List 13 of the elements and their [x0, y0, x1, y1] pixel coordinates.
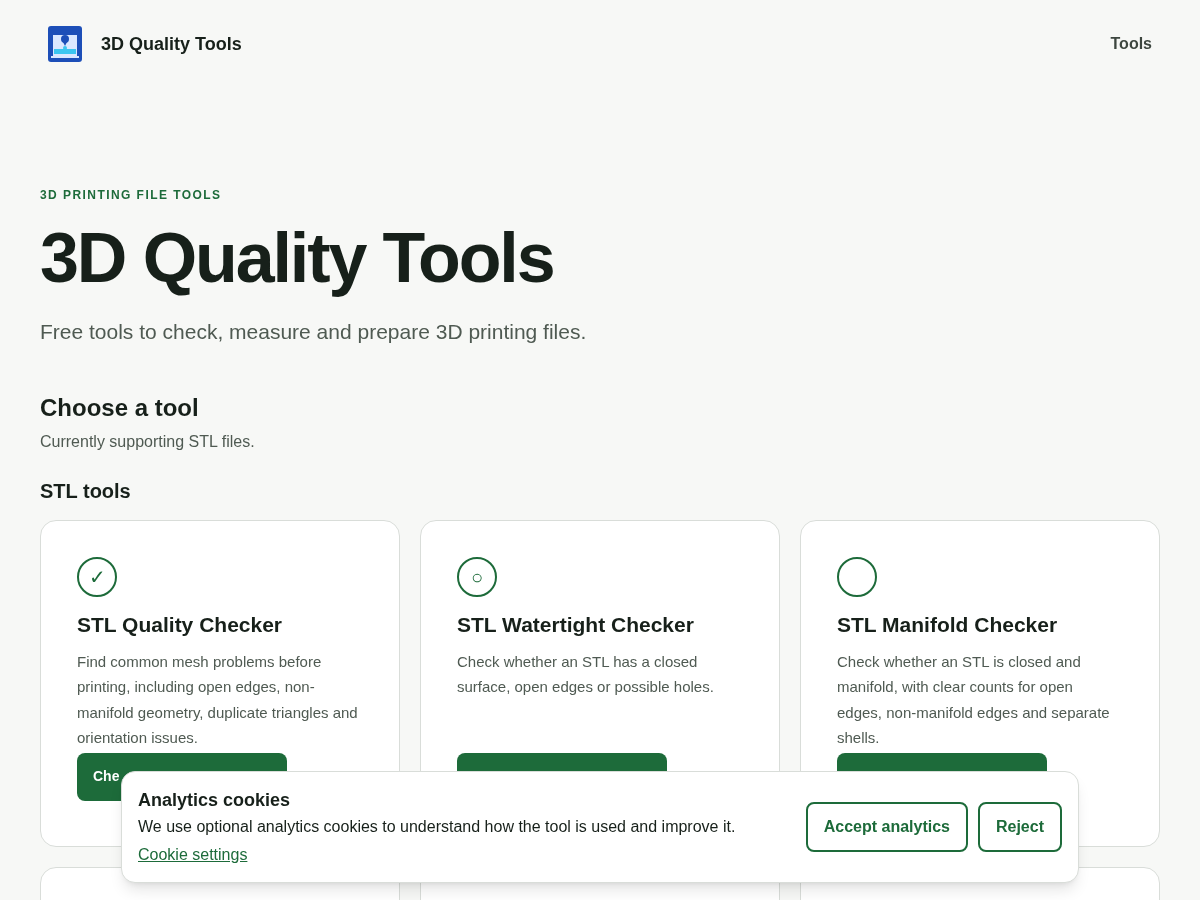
- card-title: STL Manifold Checker: [837, 611, 1059, 638]
- card-description: Check whether an STL has a closed surface, open edges or possible holes.: [457, 651, 715, 697]
- page-title: 3D Quality Tools: [40, 218, 555, 298]
- card-description: Check whether an STL is closed and manifold, with clear counts for open edges, non-manifold edges and separate shells.: [837, 651, 1111, 748]
- card-description: Find common mesh problems before printing, including open edges, non-manifold geometry, duplicate triangles and orientation issues.: [77, 651, 359, 748]
- section-subtitle: Currently supporting STL files.: [40, 431, 256, 452]
- eyebrow-text: 3D PRINTING FILE TOOLS: [40, 187, 223, 204]
- card-title: STL Quality Checker: [77, 611, 284, 638]
- card-title: STL Watertight Checker: [457, 611, 695, 638]
- group-title: STL tools: [40, 478, 132, 504]
- banner-title: Analytics cookies: [138, 789, 292, 812]
- section-title: Choose a tool: [40, 392, 200, 423]
- subtitle-text: Free tools to check, measure and prepare 3D printing files.: [40, 319, 588, 345]
